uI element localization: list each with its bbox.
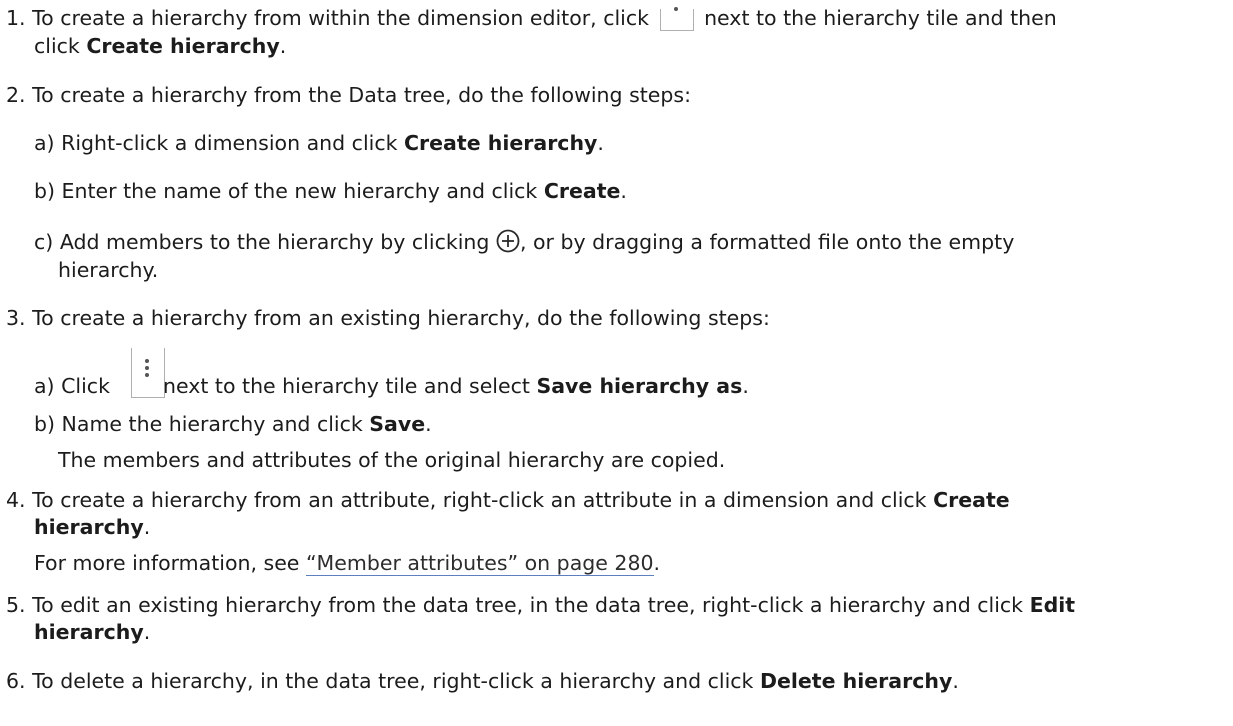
vertical-ellipsis-icon	[659, 7, 694, 31]
step-2a: a) Right-click a dimension and click Cre…	[34, 130, 604, 156]
punctuation: .	[143, 515, 151, 539]
ui-term: hierarchy	[34, 620, 144, 644]
ui-term: Create	[933, 488, 1010, 512]
member-attributes-link[interactable]: “Member attributes” on page 280	[305, 551, 654, 576]
substep-text-cont: , or by dragging a formatted file onto t…	[519, 230, 1015, 254]
substep-text-cont: next to the hierarchy tile and select	[156, 374, 537, 398]
punctuation: .	[279, 34, 287, 58]
substep-label: a)	[34, 374, 55, 398]
step-3a: a) Click next to the hierarchy tile and …	[34, 373, 749, 399]
punctuation: .	[653, 551, 661, 575]
step-3b: b) Name the hierarchy and click Save.	[34, 411, 432, 437]
ui-term: Create hierarchy	[404, 131, 598, 155]
substep-text: Add members to the hierarchy by clicking	[59, 230, 490, 254]
step-4-line-1: 4. To create a hierarchy from an attribu…	[6, 487, 1010, 513]
step-number: 5.	[6, 593, 26, 617]
punctuation: .	[620, 179, 627, 203]
ui-term: Save hierarchy as	[536, 374, 743, 398]
ui-term: Create hierarchy	[86, 34, 280, 58]
substep-text: Enter the name of the new hierarchy and …	[61, 179, 544, 203]
substep-text-cont: hierarchy.	[58, 258, 159, 282]
substep-label: c)	[34, 230, 54, 254]
substep-text: Right-click a dimension and click	[61, 131, 404, 155]
punctuation: .	[742, 374, 749, 398]
ui-term: Edit	[1029, 593, 1076, 617]
step-2-line: 2. To create a hierarchy from the Data t…	[6, 82, 691, 108]
punctuation: .	[597, 131, 604, 155]
step-1-line-1: 1. To create a hierarchy from within the…	[6, 5, 1057, 31]
step-number: 1.	[6, 6, 26, 30]
step-number: 6.	[6, 669, 26, 693]
ui-term: Delete hierarchy	[759, 669, 953, 693]
step-4-more: For more information, see “Member attrib…	[34, 550, 660, 576]
step-number: 2.	[6, 83, 26, 107]
ui-term: hierarchy	[34, 515, 144, 539]
substep-label: a)	[34, 131, 55, 155]
note-text: The members and attributes of the origin…	[58, 448, 726, 472]
substep-text: Click	[61, 374, 110, 398]
step-2c-line-2: hierarchy.	[58, 257, 158, 283]
step-text: To create a hierarchy from an attribute,…	[32, 488, 934, 512]
step-number: 3.	[6, 306, 26, 330]
step-3-line: 3. To create a hierarchy from an existin…	[6, 305, 770, 331]
step-2b: b) Enter the name of the new hierarchy a…	[34, 178, 627, 204]
step-number: 4.	[6, 488, 26, 512]
step-text: To delete a hierarchy, in the data tree,…	[32, 669, 760, 693]
substep-label: b)	[34, 179, 56, 203]
step-5-line-1: 5. To edit an existing hierarchy from th…	[6, 592, 1075, 618]
step-5-line-2: hierarchy.	[34, 619, 150, 645]
step-text-cont: next to the hierarchy tile and then	[704, 6, 1057, 30]
punctuation: .	[952, 669, 959, 693]
step-text: To edit an existing hierarchy from the d…	[32, 593, 1030, 617]
punctuation: .	[425, 412, 432, 436]
punctuation: .	[143, 620, 151, 644]
step-text: click	[34, 34, 87, 58]
step-3-note: The members and attributes of the origin…	[58, 447, 725, 473]
step-6-line: 6. To delete a hierarchy, in the data tr…	[6, 668, 959, 694]
more-info-text: For more information, see	[34, 551, 306, 575]
ui-term: Create	[543, 179, 621, 203]
step-text: To create a hierarchy from an existing h…	[32, 306, 770, 330]
step-text: To create a hierarchy from within the di…	[32, 6, 649, 30]
substep-text: Name the hierarchy and click	[61, 412, 370, 436]
ui-term: Save	[369, 412, 426, 436]
step-4-line-2: hierarchy.	[34, 514, 150, 540]
step-1-line-2: click Create hierarchy.	[34, 33, 286, 59]
step-text: To create a hierarchy from the Data tree…	[32, 83, 691, 107]
add-circle-icon	[496, 229, 520, 253]
step-2c-line-1: c) Add members to the hierarchy by click…	[34, 229, 1014, 255]
substep-label: b)	[34, 412, 56, 436]
